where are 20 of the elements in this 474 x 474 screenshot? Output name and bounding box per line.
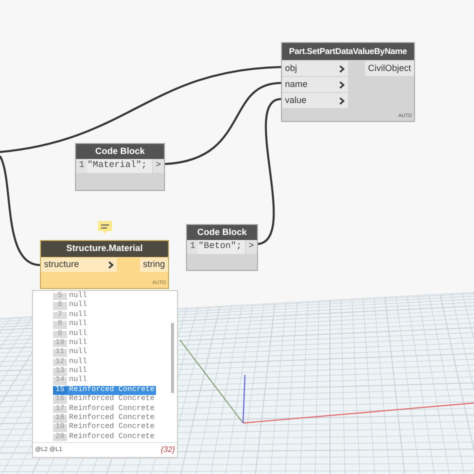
line-number: 1 [187, 240, 198, 254]
chevron-icon [108, 261, 114, 269]
output-port[interactable]: string [140, 258, 168, 272]
node-title: Code Block [76, 144, 164, 159]
line-number: 1 [76, 159, 88, 173]
node-title: Part.SetPartDataValueByName [282, 43, 414, 60]
output-port[interactable]: > [246, 240, 257, 254]
input-port[interactable]: obj [282, 61, 348, 76]
item-count: {32} [160, 444, 175, 456]
node-title: Code Block [187, 225, 257, 240]
node-title: Structure.Material [41, 241, 168, 257]
code-text: "Beton"; [198, 240, 245, 254]
output-port[interactable]: CivilObject [364, 61, 414, 76]
code-text: "Material"; [87, 159, 152, 173]
comment-icon[interactable] [97, 220, 113, 236]
input-port[interactable]: value [282, 93, 348, 108]
input-port[interactable]: name [282, 77, 348, 92]
input-port[interactable]: structure [41, 258, 117, 272]
scrollbar[interactable] [171, 323, 174, 393]
output-port[interactable]: > [152, 159, 164, 173]
